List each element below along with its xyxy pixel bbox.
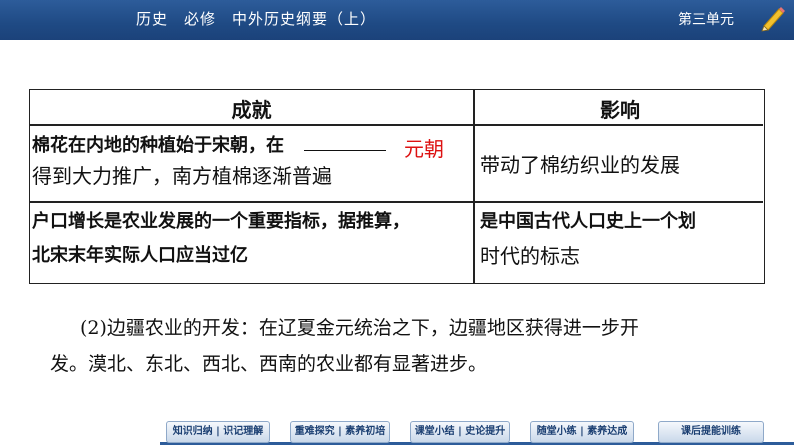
paragraph-line2: 发。漠北、东北、西北、西南的农业都有显著进步。 xyxy=(50,353,488,375)
column-header-influence: 影响 xyxy=(600,98,640,122)
population-text-line1: 户口增长是农业发展的一个重要指标，据推算， xyxy=(32,211,410,232)
nav-button-summary[interactable]: 课堂小结 | 史论提升 xyxy=(410,421,510,443)
cotton-text-line1: 棉花在内地的种植始于宋朝，在 xyxy=(32,135,284,156)
population-impact-line1: 是中国古代人口史上一个划 xyxy=(480,211,696,232)
pencil-icon xyxy=(761,7,785,32)
nav-button-key-points[interactable]: 重难探究 | 素养初培 xyxy=(290,421,390,443)
nav-button-knowledge[interactable]: 知识归纳 | 识记理解 xyxy=(166,421,270,443)
population-text-line2: 北宋末年实际人口应当过亿 xyxy=(32,245,248,266)
answer-text: 元朝 xyxy=(404,137,444,161)
population-impact-line2: 时代的标志 xyxy=(480,244,580,268)
cotton-text-line2: 得到大力推广，南方植棉逐渐普遍 xyxy=(32,164,332,188)
table-row-cotton-right: 带动了棉纺织业的发展 xyxy=(480,153,680,177)
course-title: 历史 必修 中外历史纲要（上） xyxy=(136,10,377,28)
achievement-table: 成就 影响 棉花在内地的种植始于宋朝，在 得到大力推广，南方植棉逐渐普遍 带动了… xyxy=(29,89,765,284)
nav-button-practice[interactable]: 随堂小练 | 素养达成 xyxy=(530,421,634,443)
nav-button-homework[interactable]: 课后提能训练 xyxy=(658,421,764,443)
paragraph-line1: (2)边疆农业的开发：在辽夏金元统治之下，边疆地区获得进一步开 xyxy=(80,317,639,339)
answer-blank xyxy=(304,128,386,151)
header-bar: 历史 必修 中外历史纲要（上） 第三单元 xyxy=(0,0,794,40)
table-row-population-right: 是中国古代人口史上一个划 时代的标志 xyxy=(480,205,765,273)
unit-label: 第三单元 xyxy=(678,12,734,28)
column-header-achievement: 成就 xyxy=(231,98,272,122)
table-row-population-left: 户口增长是农业发展的一个重要指标，据推算， 北宋末年实际人口应当过亿 xyxy=(32,205,472,273)
